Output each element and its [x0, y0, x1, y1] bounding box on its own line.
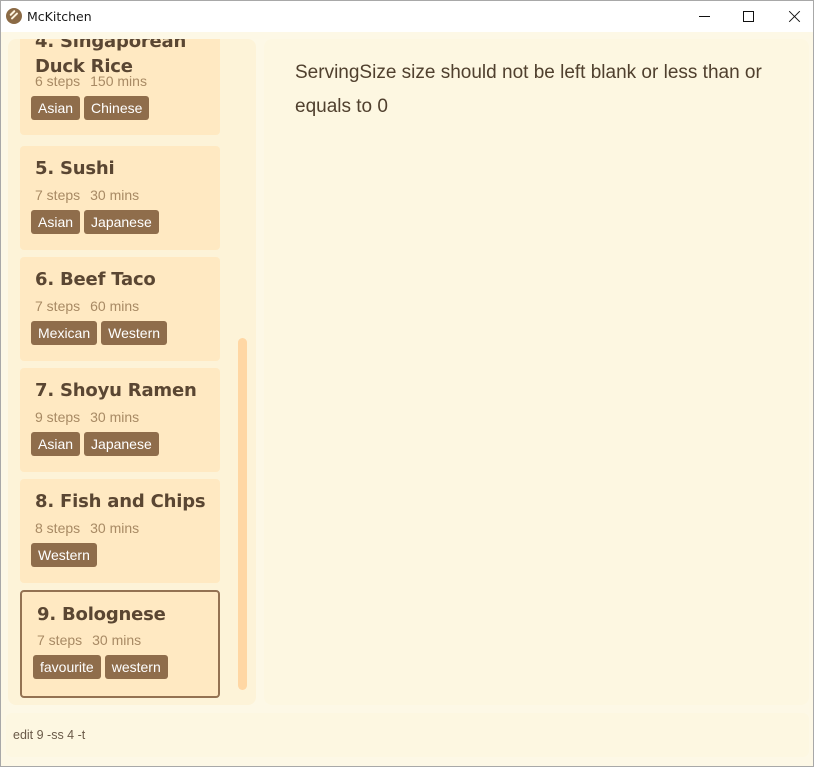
tag-badge: western	[104, 655, 168, 679]
recipe-time: 60 mins	[90, 298, 140, 314]
tag-badge: Chinese	[84, 96, 150, 120]
recipe-steps: 7 steps	[37, 632, 83, 648]
command-box[interactable]	[6, 713, 809, 757]
tag-badge: Japanese	[84, 210, 159, 234]
recipe-card[interactable]: 7. Shoyu Ramen 9 steps 30 mins Asian Japa…	[20, 368, 220, 472]
minimize-icon	[698, 16, 710, 17]
recipe-title: 6. Beef Taco	[35, 269, 156, 290]
recipe-card-selected[interactable]: 9. Bolognese 7 steps 30 mins favourite we…	[20, 590, 220, 698]
recipe-steps: 8 steps	[35, 520, 81, 536]
recipe-title: 9. Bolognese	[37, 604, 166, 625]
tag-badge: Asian	[31, 96, 81, 120]
recipe-tags: Mexican Western	[31, 321, 168, 345]
recipe-list-panel[interactable]: 4. Singaporean Duck Rice 6 steps 150 mins…	[8, 39, 256, 705]
tag-badge: Asian	[31, 210, 81, 234]
tag-badge: Japanese	[84, 432, 159, 456]
recipe-steps: 6 steps	[35, 73, 81, 89]
recipe-meta: 7 steps 30 mins	[37, 632, 141, 648]
recipe-time: 30 mins	[90, 409, 140, 425]
maximize-icon	[742, 11, 754, 22]
list-scrollbar[interactable]	[238, 338, 247, 690]
recipe-time: 150 mins	[90, 73, 147, 89]
recipe-meta: 6 steps 150 mins	[35, 73, 147, 89]
recipe-card[interactable]: 8. Fish and Chips 8 steps 30 mins Western	[20, 479, 220, 583]
title-bar[interactable]: McKitchen	[1, 1, 813, 32]
recipe-card[interactable]: 6. Beef Taco 7 steps 60 mins Mexican West…	[20, 257, 220, 361]
recipe-card[interactable]: 5. Sushi 7 steps 30 mins Asian Japanese	[20, 146, 220, 250]
recipe-meta: 8 steps 30 mins	[35, 520, 139, 536]
result-display-panel: ServingSize size should not be left blan…	[264, 39, 809, 705]
tag-badge: Western	[101, 321, 168, 345]
close-button[interactable]	[771, 1, 814, 32]
app-logo-icon	[6, 8, 22, 24]
close-icon	[788, 10, 801, 23]
tag-badge: Mexican	[31, 321, 98, 345]
recipe-time: 30 mins	[90, 520, 140, 536]
recipe-card[interactable]: 4. Singaporean Duck Rice 6 steps 150 mins…	[20, 39, 220, 135]
recipe-steps: 7 steps	[35, 187, 81, 203]
recipe-steps: 9 steps	[35, 409, 81, 425]
tag-badge: Western	[31, 543, 97, 567]
recipe-steps: 7 steps	[35, 298, 81, 314]
recipe-title: 5. Sushi	[35, 158, 115, 179]
window-title: McKitchen	[27, 9, 92, 24]
recipe-title: 7. Shoyu Ramen	[35, 380, 197, 401]
tag-badge: favourite	[33, 655, 101, 679]
recipe-meta: 7 steps 30 mins	[35, 187, 139, 203]
recipe-time: 30 mins	[92, 632, 142, 648]
maximize-button[interactable]	[725, 1, 771, 32]
result-message: ServingSize size should not be left blan…	[295, 62, 762, 117]
recipe-tags: Asian Japanese	[31, 210, 159, 234]
recipe-time: 30 mins	[90, 187, 140, 203]
command-input[interactable]	[13, 725, 793, 745]
app-window: McKitchen 4. Singaporean Duck Rice 6 ste…	[0, 0, 814, 767]
recipe-title: 8. Fish and Chips	[35, 491, 206, 512]
recipe-tags: favourite western	[33, 655, 168, 679]
minimize-button[interactable]	[681, 1, 727, 32]
recipe-tags: Asian Japanese	[31, 432, 159, 456]
recipe-tags: Western	[31, 543, 97, 567]
tag-badge: Asian	[31, 432, 81, 456]
recipe-meta: 9 steps 30 mins	[35, 409, 139, 425]
recipe-tags: Asian Chinese	[31, 96, 150, 120]
recipe-meta: 7 steps 60 mins	[35, 298, 139, 314]
